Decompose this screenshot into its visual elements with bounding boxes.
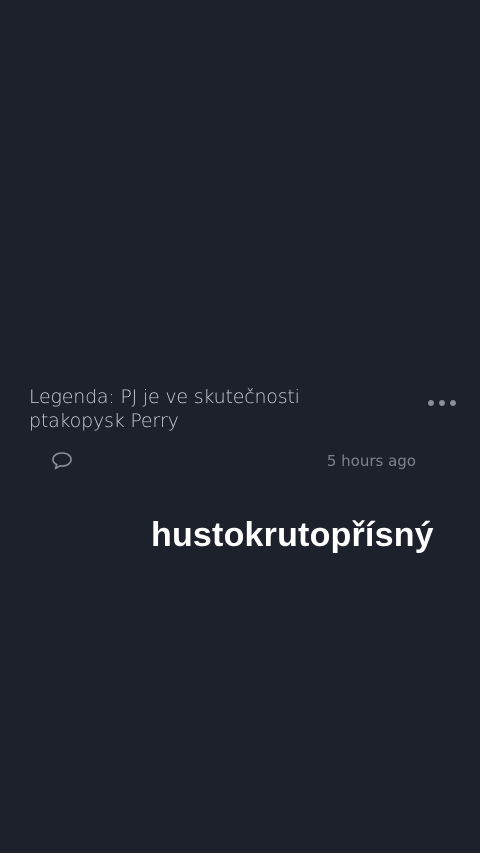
speech-bubble-icon xyxy=(52,452,72,470)
dot xyxy=(450,400,456,406)
dot xyxy=(428,400,434,406)
reply-icon[interactable] xyxy=(50,450,74,472)
dot xyxy=(439,400,445,406)
story-screen: Legenda: PJ je ve skutečnosti ptakopysk … xyxy=(0,0,480,853)
more-options-icon[interactable] xyxy=(428,398,456,408)
comment-timestamp: 5 hours ago xyxy=(326,452,416,470)
comment-text: Legenda: PJ je ve skutečnosti ptakopysk … xyxy=(29,386,300,432)
text-overlay: hustokrutopřísný xyxy=(151,516,434,554)
